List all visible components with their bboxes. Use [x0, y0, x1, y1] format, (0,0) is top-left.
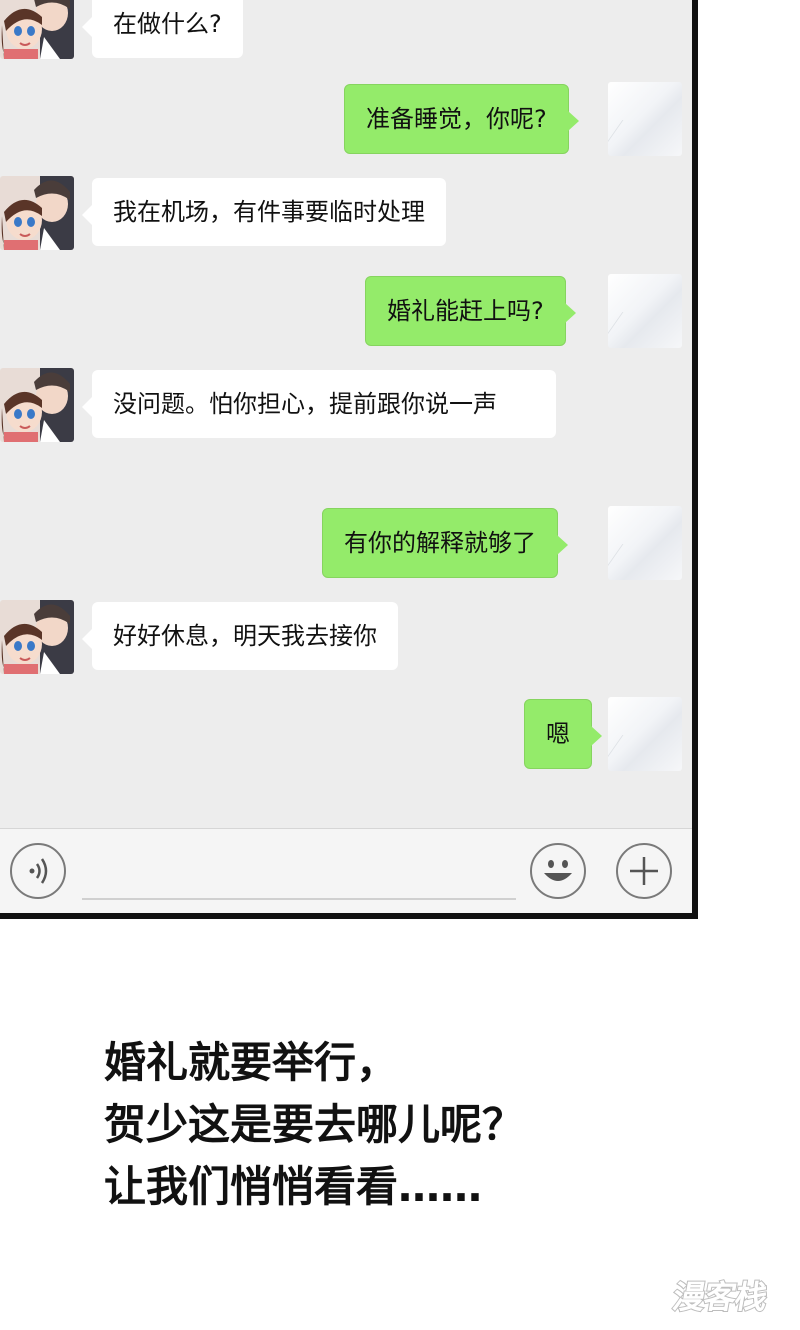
watermark-text: 漫客栈	[670, 1278, 770, 1316]
user-avatar[interactable]	[608, 697, 682, 771]
input-bar	[0, 828, 692, 913]
message-bubble-received[interactable]: 我在机场，有件事要临时处理	[82, 178, 446, 246]
contact-avatar[interactable]	[0, 0, 74, 59]
message-bubble-received[interactable]: 好好休息，明天我去接你	[82, 602, 398, 670]
voice-button[interactable]	[10, 843, 66, 899]
user-avatar[interactable]	[608, 506, 682, 580]
message-text: 没问题。怕你担心，提前跟你说一声	[113, 390, 497, 418]
user-avatar[interactable]	[608, 82, 682, 156]
emoji-icon	[544, 860, 572, 881]
message-text: 在做什么?	[113, 10, 222, 38]
message-bubble-sent[interactable]: 有你的解释就够了	[322, 508, 568, 578]
message-text: 好好休息，明天我去接你	[113, 622, 377, 650]
emoji-button[interactable]	[530, 843, 586, 899]
message-input[interactable]	[82, 898, 516, 900]
caption-line: 让我们悄悄看看……	[104, 1162, 483, 1211]
user-avatar[interactable]	[608, 274, 682, 348]
plus-icon	[630, 857, 658, 885]
plus-button[interactable]	[616, 843, 672, 899]
message-text: 准备睡觉，你呢?	[366, 105, 547, 133]
narration-caption: 婚礼就要举行， 贺少这是要去哪儿呢？ 让我们悄悄看看……	[104, 1032, 524, 1218]
message-bubble-received[interactable]: 在做什么?	[82, 0, 243, 58]
contact-avatar[interactable]	[0, 600, 74, 674]
message-bubble-received[interactable]: 没问题。怕你担心，提前跟你说一声	[82, 370, 556, 438]
contact-avatar[interactable]	[0, 176, 74, 250]
chat-screen: 在做什么? 准备睡觉，你呢? 我在机场，有件事要临时处理 婚礼能赶上吗? 没问题…	[0, 0, 698, 919]
message-text: 嗯	[546, 720, 570, 748]
message-bubble-sent[interactable]: 婚礼能赶上吗?	[365, 276, 576, 346]
watermark-logo: 漫客栈	[669, 1270, 790, 1320]
caption-line: 婚礼就要举行，	[104, 1038, 399, 1087]
message-text: 我在机场，有件事要临时处理	[113, 198, 425, 226]
message-bubble-sent[interactable]: 嗯	[524, 699, 602, 769]
contact-avatar[interactable]	[0, 368, 74, 442]
message-text: 婚礼能赶上吗?	[387, 297, 544, 325]
message-text: 有你的解释就够了	[344, 529, 536, 557]
comic-page: 在做什么? 准备睡觉，你呢? 我在机场，有件事要临时处理 婚礼能赶上吗? 没问题…	[0, 0, 800, 1330]
caption-line: 贺少这是要去哪儿呢？	[104, 1100, 525, 1149]
voice-icon	[29, 858, 48, 884]
message-list[interactable]: 在做什么? 准备睡觉，你呢? 我在机场，有件事要临时处理 婚礼能赶上吗? 没问题…	[0, 0, 692, 828]
message-bubble-sent[interactable]: 准备睡觉，你呢?	[344, 84, 579, 154]
